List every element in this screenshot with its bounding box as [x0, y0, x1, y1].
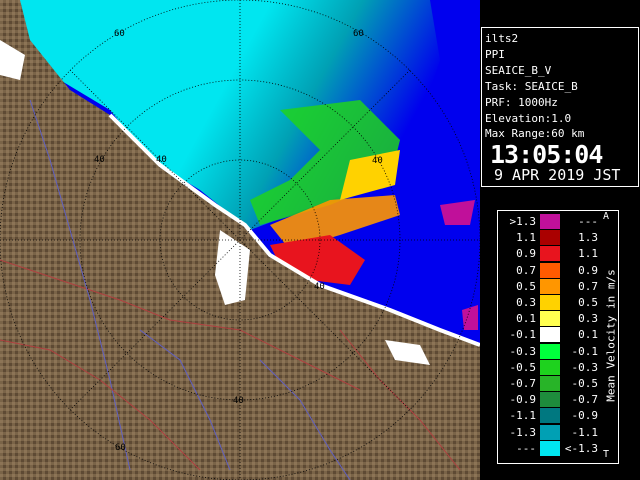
legend-low-value: -1.1	[509, 409, 537, 423]
legend-swatch	[540, 376, 560, 391]
legend-swatch	[540, 392, 560, 408]
task-name: Task: SEAICE_B	[485, 80, 578, 93]
range-label: 40	[233, 396, 244, 406]
legend-high-value: 0.9	[578, 263, 598, 277]
legend-swatch	[540, 262, 560, 278]
legend-row: -0.9 -0.7	[498, 392, 599, 408]
range-label: 40	[314, 282, 325, 292]
legend-swatch	[540, 424, 560, 440]
legend-low-value: -0.5	[509, 360, 537, 374]
legend-swatch	[540, 230, 560, 246]
legend-row: 0.1 0.3	[498, 311, 598, 327]
legend-low-value: 0.5	[516, 279, 536, 293]
legend-high-value: -0.9	[571, 409, 599, 423]
legend-row: 1.1 1.3	[498, 230, 598, 246]
legend-low-value: 0.3	[516, 296, 536, 309]
velocity-legend: >1.3 --- 1.1 1.3 0.9 1.1 0.7 0.9 0.5 0.7 0.3 0.5 0.1…	[497, 210, 619, 464]
legend-high-value: <-1.3	[564, 441, 598, 455]
legend-swatch	[540, 311, 560, 327]
range-label: 60	[114, 29, 125, 39]
legend-corner-bottom: T	[603, 449, 610, 460]
legend-row: 0.3 0.5	[498, 295, 598, 310]
legend-swatch	[540, 327, 560, 343]
legend-low-value: 0.9	[516, 247, 536, 261]
elevation-value: Elevation:1.0	[485, 112, 572, 125]
radar-name: ilts2	[485, 32, 519, 45]
product-type: PPI	[485, 48, 505, 61]
legend-low-value: -0.1	[509, 328, 537, 342]
legend-high-value: ---	[578, 215, 598, 228]
legend-high-value: -0.5	[571, 377, 599, 390]
legend-high-value: -0.7	[571, 393, 599, 407]
legend-row: >1.3 ---	[498, 214, 598, 229]
range-label: 40	[94, 155, 105, 165]
legend-row: -0.3 -0.1	[498, 343, 599, 359]
legend-swatch	[540, 278, 560, 294]
legend-low-value: >1.3	[509, 215, 537, 228]
legend-row: 0.9 1.1	[498, 246, 598, 262]
radar-info-panel: ilts2 PPI SEAICE_B_V Task: SEAICE_B PRF:…	[481, 27, 639, 187]
observation-date: 9 APR 2019 JST	[494, 166, 621, 184]
legend-low-value: 0.1	[516, 312, 536, 326]
legend-swatch	[540, 214, 560, 229]
legend-high-value: 0.5	[578, 296, 598, 309]
legend-low-value: 0.7	[516, 263, 536, 277]
legend-title: Mean Velocity in m/s	[604, 269, 618, 402]
legend-low-value: 1.1	[516, 231, 536, 245]
legend-swatch	[540, 359, 560, 375]
legend-swatch	[540, 246, 560, 262]
legend-high-value: 1.1	[578, 247, 598, 261]
legend-high-value: -0.1	[571, 344, 599, 358]
legend-swatch	[540, 408, 560, 424]
legend-title-box: Mean Velocity in m/s	[601, 214, 618, 460]
legend-swatch	[540, 440, 560, 456]
legend-row: 0.7 0.9	[498, 262, 598, 278]
radar-ppi-map: 60 60 40 40 40 40 40 60	[0, 0, 480, 480]
legend-high-value: -1.1	[571, 425, 599, 439]
legend-high-value: 0.3	[578, 312, 598, 326]
legend-high-value: 0.1	[578, 328, 598, 342]
range-label: 60	[115, 443, 126, 453]
legend-row: -0.1 0.1	[498, 327, 598, 343]
range-label: 60	[353, 29, 364, 39]
range-label: 40	[156, 155, 167, 165]
scan-name: SEAICE_B_V	[485, 64, 552, 77]
legend-high-value: -0.3	[571, 360, 599, 374]
legend-low-value: -0.3	[509, 344, 537, 358]
legend-row: -0.5 -0.3	[498, 359, 599, 375]
legend-swatch	[540, 295, 560, 310]
prf-value: PRF: 1000Hz	[485, 96, 558, 109]
max-range-value: Max Range:60 km	[485, 127, 585, 140]
legend-low-value: -0.9	[509, 393, 537, 407]
legend-row: 0.5 0.7	[498, 278, 598, 294]
legend-high-value: 0.7	[578, 279, 598, 293]
legend-row: -0.7 -0.5	[498, 376, 598, 391]
legend-low-value: -1.3	[509, 425, 537, 439]
legend-swatch	[540, 343, 560, 359]
legend-low-value: -0.7	[509, 377, 537, 390]
legend-row: -1.1 -0.9	[498, 408, 599, 424]
range-label: 40	[372, 156, 383, 166]
legend-row: -1.3 -1.1	[498, 424, 599, 440]
legend-high-value: 1.3	[578, 231, 598, 245]
legend-low-value: ---	[516, 441, 536, 455]
observation-time: 13:05:04	[490, 140, 603, 169]
legend-row: --- <-1.3	[498, 440, 598, 456]
